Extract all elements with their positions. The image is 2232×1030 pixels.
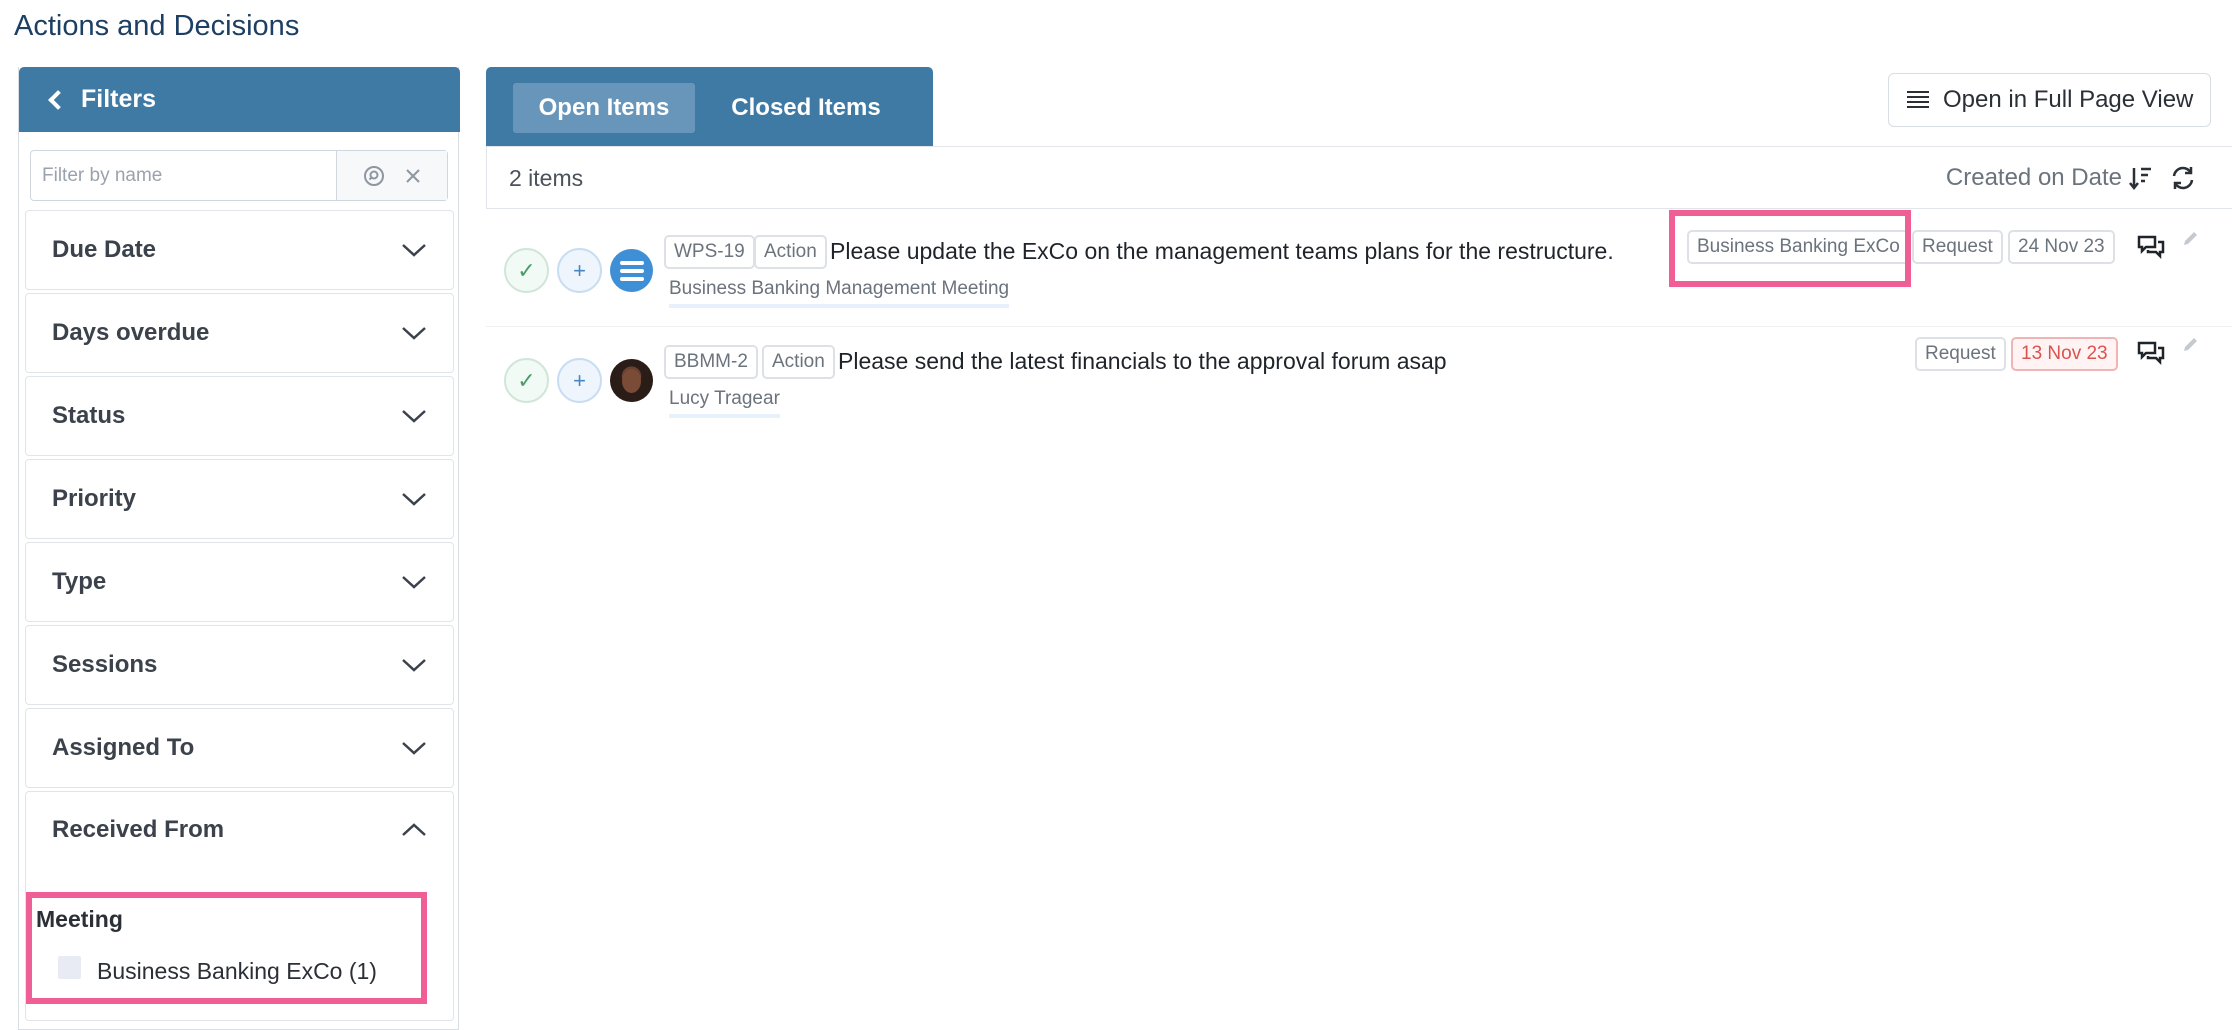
list-icon: [1907, 91, 1929, 108]
add-button[interactable]: +: [557, 358, 602, 403]
filter-section-label: Type: [52, 568, 107, 595]
chevron-down-icon: [402, 410, 426, 423]
filter-search-box: [30, 150, 448, 201]
item-kind-tag: Action: [754, 235, 827, 269]
filter-section-label: Assigned To: [52, 734, 195, 761]
open-full-page-button[interactable]: Open in Full Page View: [1888, 73, 2211, 127]
add-button[interactable]: +: [557, 248, 602, 293]
filter-section-sessions[interactable]: Sessions: [25, 625, 454, 705]
item-count: 2 items: [509, 165, 584, 191]
chevron-down-icon: [402, 576, 426, 589]
type-tag: Request: [1915, 337, 2006, 371]
filter-section-label: Status: [52, 402, 126, 429]
chevron-down-icon: [402, 493, 426, 506]
item-subtitle[interactable]: Business Banking Management Meeting: [669, 278, 1010, 308]
date-tag: 24 Nov 23: [2008, 230, 2115, 264]
filter-section-label: Days overdue: [52, 319, 210, 346]
tab-closed-items[interactable]: Closed Items: [713, 83, 899, 133]
chevron-down-icon: [402, 244, 426, 257]
user-photo-avatar: [610, 359, 653, 402]
meeting-option-checkbox[interactable]: [58, 956, 81, 979]
filter-section-status[interactable]: Status: [25, 376, 454, 456]
date-tag-overdue: 13 Nov 23: [2011, 337, 2118, 371]
meeting-option-label[interactable]: Business Banking ExCo (1): [97, 958, 377, 985]
tab-open-items[interactable]: Open Items: [513, 83, 695, 133]
edit-icon[interactable]: [2181, 336, 2199, 354]
list-avatar-icon: [610, 249, 653, 292]
chevron-up-icon: [402, 823, 426, 836]
comments-icon[interactable]: [2136, 234, 2166, 260]
filters-sidebar: Filters Due Date Days overdue Status Pri…: [18, 67, 460, 1030]
filter-section-label: Received From: [52, 816, 225, 843]
sort-descending-icon[interactable]: [2128, 165, 2154, 191]
item-id-tag: BBMM-2: [664, 345, 758, 379]
filter-section-label: Due Date: [52, 236, 157, 263]
filter-section-label: Priority: [52, 485, 137, 512]
chevron-down-icon: [402, 327, 426, 340]
complete-button[interactable]: ✓: [504, 248, 549, 293]
chevron-down-icon: [402, 742, 426, 755]
page-title: Actions and Decisions: [14, 10, 300, 42]
list-header: 2 items Created on Date: [486, 146, 2232, 209]
item-kind-tag: Action: [762, 345, 835, 379]
refresh-icon[interactable]: [2168, 163, 2198, 193]
complete-button[interactable]: ✓: [504, 358, 549, 403]
filter-section-assigned-to[interactable]: Assigned To: [25, 708, 454, 788]
chevron-down-icon: [402, 659, 426, 672]
item-subtitle[interactable]: Lucy Tragear: [669, 388, 780, 418]
filter-section-type[interactable]: Type: [25, 542, 454, 622]
list-item[interactable]: ✓ + BBMM-2 Action Please send the latest…: [486, 328, 2232, 426]
filters-header-label: Filters: [81, 85, 157, 113]
filter-section-priority[interactable]: Priority: [25, 459, 454, 539]
clear-icon[interactable]: [404, 167, 422, 185]
filter-section-days-overdue[interactable]: Days overdue: [25, 293, 454, 373]
chevron-left-icon: [48, 89, 68, 110]
filter-search-input[interactable]: [31, 151, 337, 200]
filter-section-label: Sessions: [52, 651, 158, 678]
item-title[interactable]: Please update the ExCo on the management…: [830, 238, 1614, 265]
sort-control: Created on Date: [1946, 163, 2198, 193]
comments-icon[interactable]: [2136, 340, 2166, 366]
items-tab-bar: Open Items Closed Items: [486, 67, 933, 146]
search-icon[interactable]: [362, 164, 386, 188]
item-id-tag: WPS-19: [664, 235, 755, 269]
highlight-box: [1669, 210, 1911, 287]
item-title[interactable]: Please send the latest financials to the…: [838, 348, 1447, 375]
open-full-page-label: Open in Full Page View: [1943, 86, 2194, 113]
type-tag: Request: [1912, 230, 2003, 264]
edit-icon[interactable]: [2181, 230, 2199, 248]
filter-section-due-date[interactable]: Due Date: [25, 210, 454, 290]
list-item[interactable]: ✓ + WPS-19 Action Please update the ExCo…: [486, 210, 2232, 327]
filters-toggle-button[interactable]: Filters: [19, 67, 460, 132]
meeting-group-title: Meeting: [36, 906, 123, 932]
sort-field-label[interactable]: Created on Date: [1946, 164, 2122, 192]
